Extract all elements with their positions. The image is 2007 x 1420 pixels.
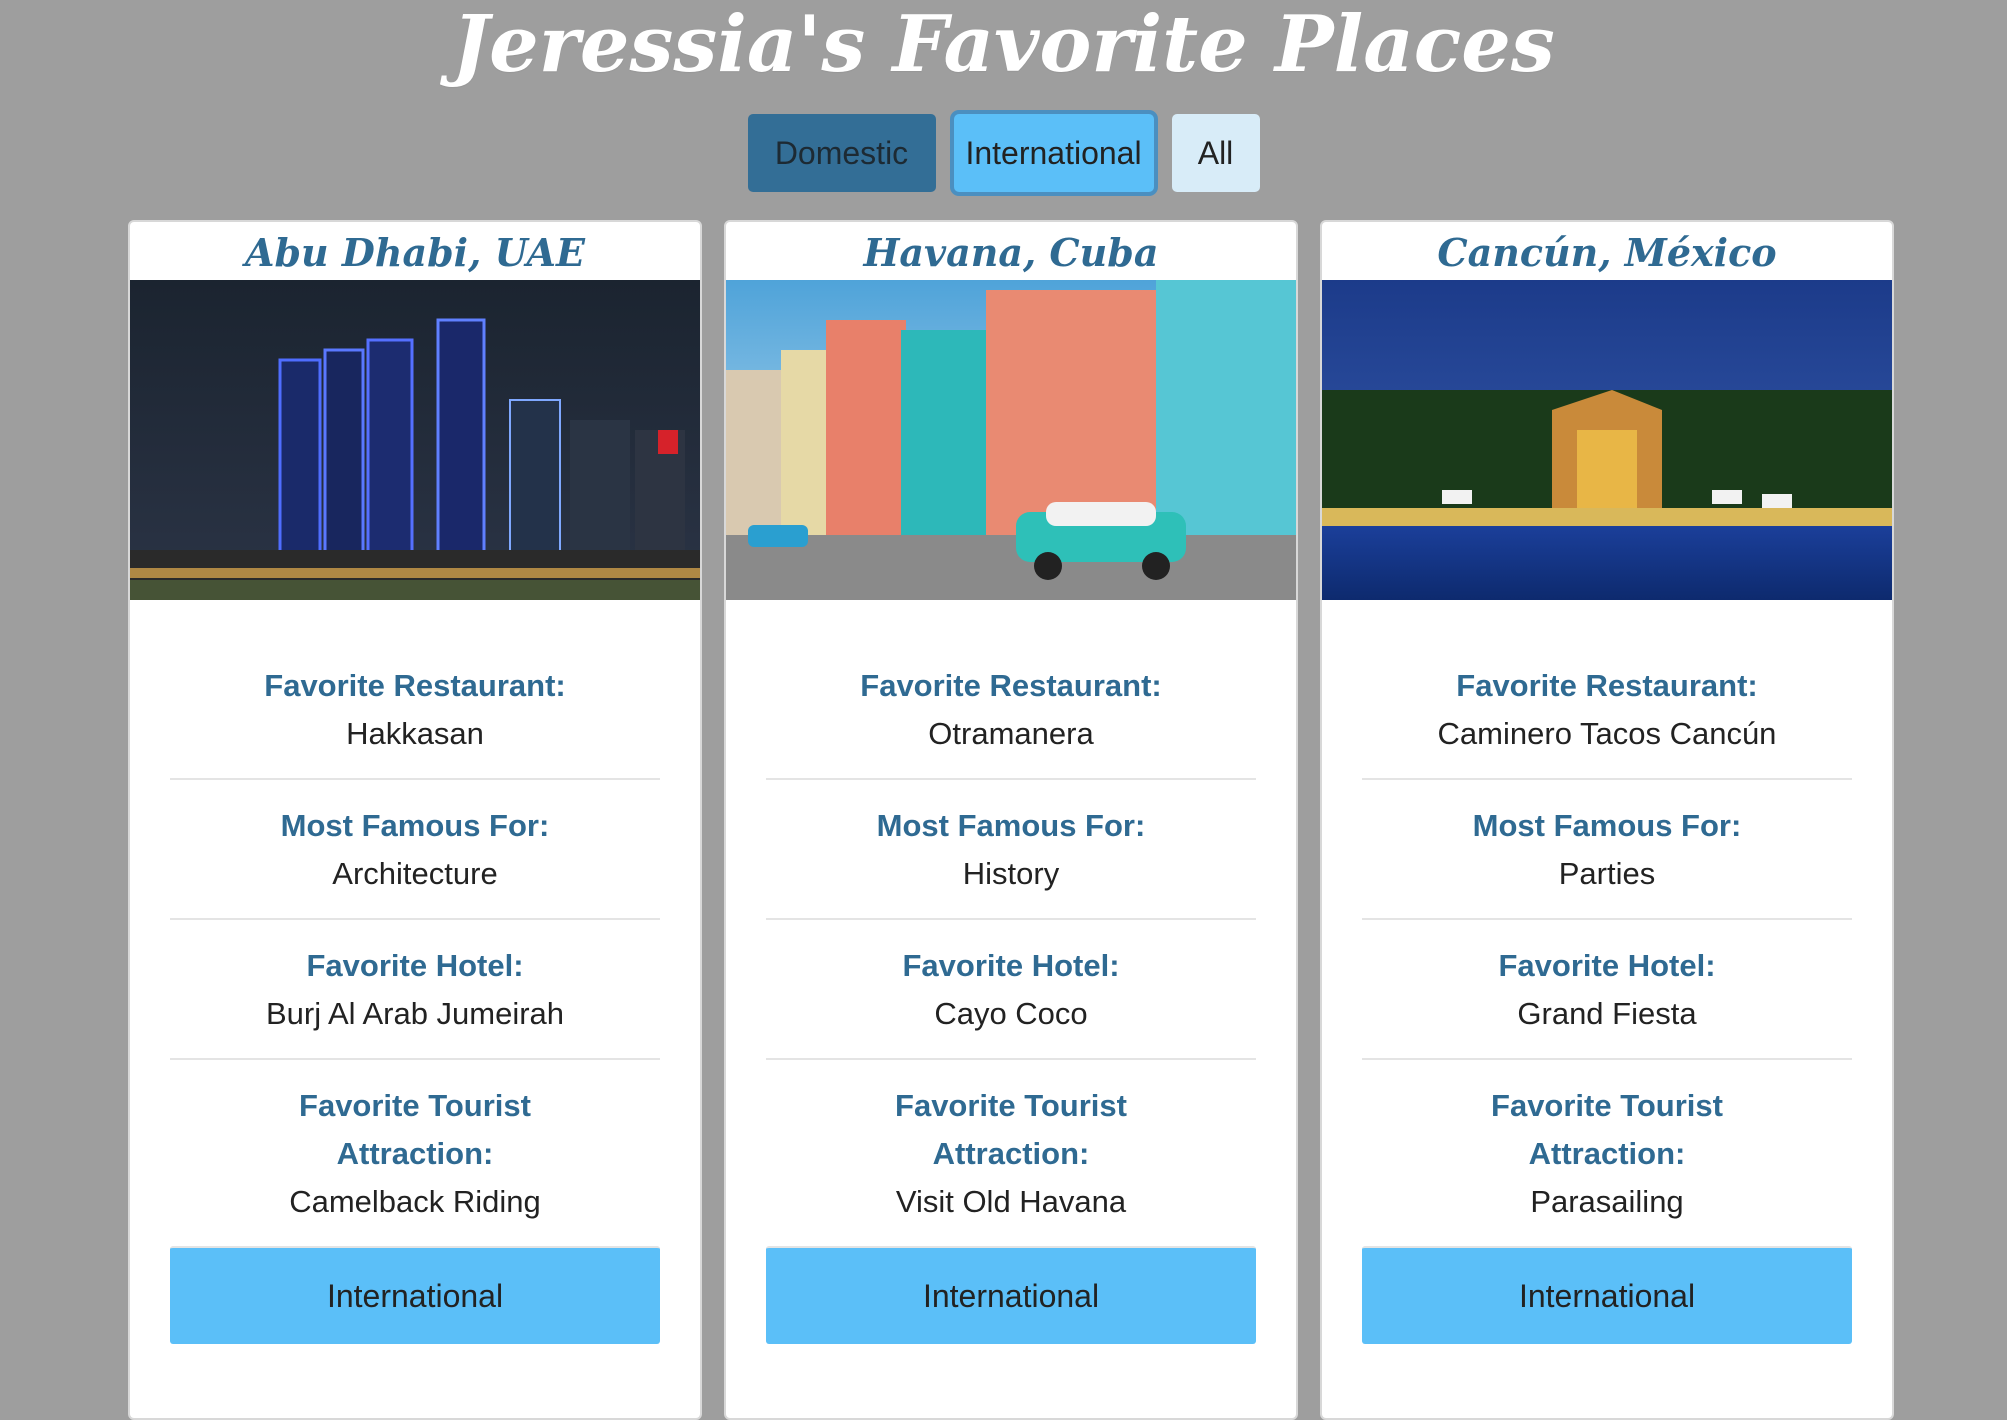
hotel-label: Favorite Hotel: xyxy=(902,948,1120,983)
filter-button-group: Domestic International All xyxy=(0,114,2007,192)
restaurant-value: Caminero Tacos Cancún xyxy=(1437,716,1777,751)
famous-for-value: Architecture xyxy=(332,856,498,891)
abu-dhabi-skyline-image xyxy=(130,280,700,600)
hotel-value: Grand Fiesta xyxy=(1517,996,1697,1031)
restaurant-row: Favorite Restaurant: Hakkasan xyxy=(170,640,660,780)
card-details: Favorite Restaurant: Otramanera Most Fam… xyxy=(726,640,1296,1246)
restaurant-row: Favorite Restaurant: Otramanera xyxy=(766,640,1256,780)
attraction-row: Favorite Tourist Attraction: Parasailing xyxy=(1362,1060,1852,1246)
famous-for-row: Most Famous For: Architecture xyxy=(170,780,660,920)
famous-for-label: Most Famous For: xyxy=(876,808,1146,843)
attraction-label: Favorite Tourist Attraction: xyxy=(299,1088,531,1171)
famous-for-label: Most Famous For: xyxy=(1472,808,1742,843)
attraction-value: Camelback Riding xyxy=(289,1184,541,1219)
havana-street-image xyxy=(726,280,1296,600)
place-card-abu-dhabi: Abu Dhabi, UAE Favorite Restaurant: Hakk… xyxy=(128,220,702,1420)
category-button[interactable]: International xyxy=(170,1246,660,1344)
famous-for-label: Most Famous For: xyxy=(280,808,550,843)
famous-for-value: Parties xyxy=(1558,856,1656,891)
hotel-row: Favorite Hotel: Burj Al Arab Jumeirah xyxy=(170,920,660,1060)
restaurant-value: Otramanera xyxy=(928,716,1094,751)
restaurant-row: Favorite Restaurant: Caminero Tacos Canc… xyxy=(1362,640,1852,780)
attraction-label: Favorite Tourist Attraction: xyxy=(895,1088,1127,1171)
attraction-row: Favorite Tourist Attraction: Camelback R… xyxy=(170,1060,660,1246)
hotel-value: Burj Al Arab Jumeirah xyxy=(265,996,565,1031)
attraction-label: Favorite Tourist Attraction: xyxy=(1491,1088,1723,1171)
category-button[interactable]: International xyxy=(1362,1246,1852,1344)
famous-for-value: History xyxy=(962,856,1060,891)
hotel-label: Favorite Hotel: xyxy=(306,948,524,983)
card-details: Favorite Restaurant: Caminero Tacos Canc… xyxy=(1322,640,1892,1246)
place-card-cancun: Cancún, México Favorite Restaurant: Cami… xyxy=(1320,220,1894,1420)
restaurant-label: Favorite Restaurant: xyxy=(860,668,1162,703)
hotel-row: Favorite Hotel: Grand Fiesta xyxy=(1362,920,1852,1060)
hotel-row: Favorite Hotel: Cayo Coco xyxy=(766,920,1256,1060)
restaurant-value: Hakkasan xyxy=(346,716,484,751)
card-title: Havana, Cuba xyxy=(863,230,1159,275)
attraction-row: Favorite Tourist Attraction: Visit Old H… xyxy=(766,1060,1256,1246)
hotel-label: Favorite Hotel: xyxy=(1498,948,1716,983)
restaurant-label: Favorite Restaurant: xyxy=(264,668,566,703)
restaurant-label: Favorite Restaurant: xyxy=(1456,668,1758,703)
card-title: Abu Dhabi, UAE xyxy=(245,230,585,275)
cancun-resort-image xyxy=(1322,280,1892,600)
card-title: Cancún, México xyxy=(1437,230,1777,275)
filter-international-button[interactable]: International xyxy=(953,114,1154,192)
filter-domestic-button[interactable]: Domestic xyxy=(747,114,936,192)
page-title: Jeressia's Favorite Places xyxy=(452,0,1555,90)
attraction-value: Visit Old Havana xyxy=(895,1184,1127,1219)
attraction-value: Parasailing xyxy=(1530,1184,1684,1219)
card-details: Favorite Restaurant: Hakkasan Most Famou… xyxy=(130,640,700,1246)
place-card-havana: Havana, Cuba Favorite Restaurant: Otrama… xyxy=(724,220,1298,1420)
filter-all-button[interactable]: All xyxy=(1171,114,1260,192)
famous-for-row: Most Famous For: Parties xyxy=(1362,780,1852,920)
category-button[interactable]: International xyxy=(766,1246,1256,1344)
hotel-value: Cayo Coco xyxy=(934,996,1088,1031)
famous-for-row: Most Famous For: History xyxy=(766,780,1256,920)
